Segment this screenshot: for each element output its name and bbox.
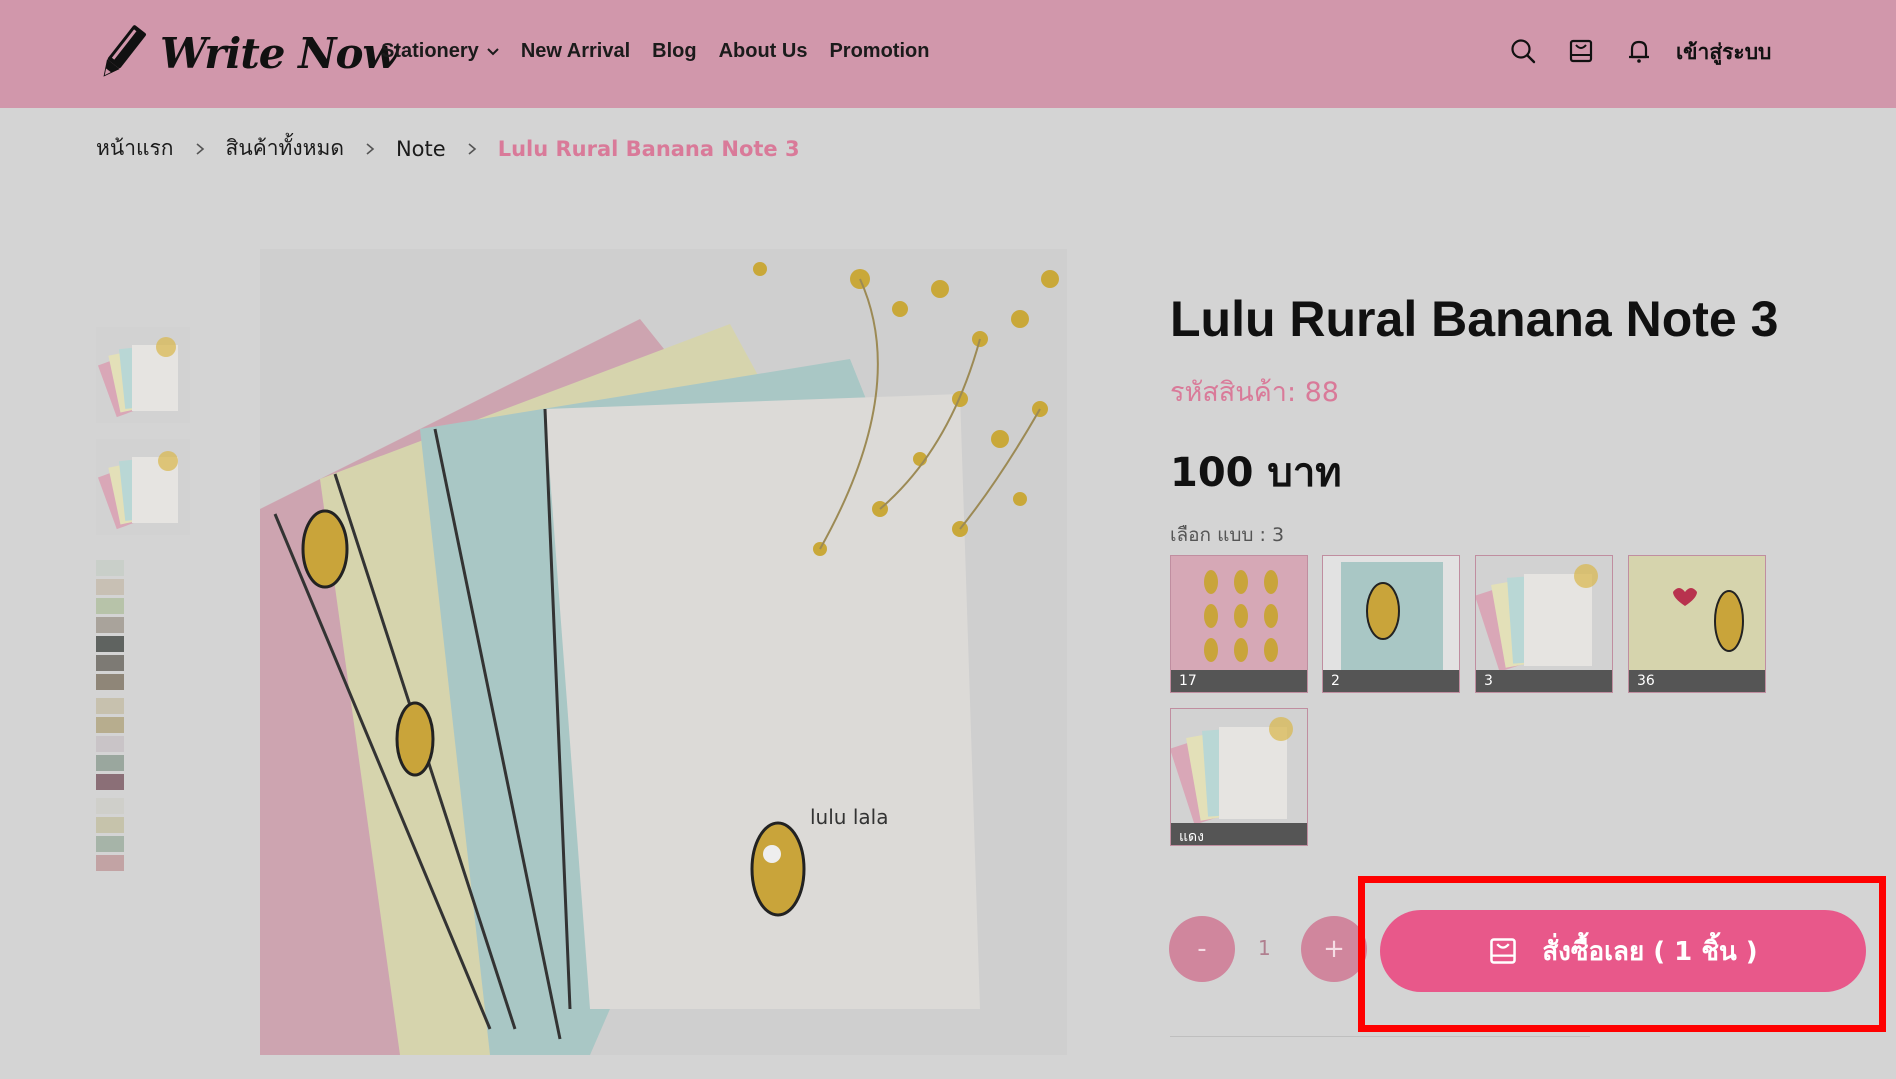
notebook-thumbnail-image [96, 439, 190, 535]
mini-thumbnail[interactable] [96, 798, 124, 814]
nav-promotion-label: Promotion [829, 40, 930, 62]
product-thumbnail[interactable] [96, 439, 190, 535]
product-price: 100 บาท [1170, 450, 1342, 496]
breadcrumb: หน้าแรก สินค้าทั้งหมด Note Lulu Rural Ba… [96, 132, 800, 165]
mini-thumbnail[interactable] [96, 579, 124, 595]
variant-caption: 36 [1629, 670, 1765, 692]
product-code: รหัสสินค้า: 88 [1170, 377, 1339, 408]
variant-pink-image [1189, 562, 1291, 672]
mini-thumbnail[interactable] [96, 717, 124, 733]
breadcrumb-current: Lulu Rural Banana Note 3 [497, 136, 800, 161]
main-nav: Stationery New Arrival Blog About Us Pro… [381, 40, 929, 63]
breadcrumb-note[interactable]: Note [396, 137, 446, 161]
cart-icon [1490, 938, 1517, 964]
bell-icon[interactable] [1626, 38, 1652, 64]
main-product-image[interactable]: lulu lala [260, 249, 1067, 1055]
search-icon[interactable] [1510, 38, 1536, 64]
nav-promotion[interactable]: Promotion [829, 40, 929, 63]
mini-thumbnail[interactable] [96, 617, 124, 633]
mini-thumbnail[interactable] [96, 598, 124, 614]
quantity-decrease-button[interactable]: - [1169, 916, 1235, 982]
breadcrumb-all-products[interactable]: สินค้าทั้งหมด [226, 132, 344, 165]
quantity-value[interactable]: 1 [1258, 936, 1271, 960]
cart-icon[interactable] [1568, 38, 1594, 64]
variant-option-3[interactable]: 3 [1475, 555, 1613, 693]
mini-thumbnail[interactable] [96, 755, 124, 771]
site-header: Write Now Stationery New Arrival Blog Ab… [0, 0, 1896, 108]
buy-now-label: สั่งซื้อเลย ( 1 ชิ้น ) [1542, 936, 1758, 967]
mini-thumbnail[interactable] [96, 774, 124, 790]
mini-thumbnail[interactable] [96, 655, 124, 671]
variant-yellow-image [1647, 562, 1749, 672]
nav-blog-label: Blog [652, 40, 697, 62]
mini-thumbnail[interactable] [96, 560, 124, 576]
product-title: Lulu Rural Banana Note 3 [1170, 291, 1779, 347]
variant-caption: 2 [1323, 670, 1459, 692]
nav-about-us-label: About Us [718, 40, 808, 62]
mini-thumbnail[interactable] [96, 817, 124, 833]
notebook-photo: lulu lala [260, 249, 1067, 1055]
pencil-logo-icon [103, 25, 146, 77]
nav-new-arrival-label: New Arrival [520, 40, 631, 62]
chevron-down-icon [487, 47, 499, 55]
variant-option-17[interactable]: 17 [1170, 555, 1308, 693]
variant-option-36[interactable]: 36 [1628, 555, 1766, 693]
mini-thumbnail[interactable] [96, 836, 124, 852]
variant-caption: แดง [1171, 823, 1307, 845]
variant-option-red[interactable]: แดง [1170, 708, 1308, 846]
nav-about-us[interactable]: About Us [719, 40, 808, 63]
variant-blue-image [1341, 562, 1443, 672]
product-thumbnail[interactable] [96, 327, 190, 423]
variant-option-2[interactable]: 2 [1322, 555, 1460, 693]
chevron-right-icon [468, 142, 476, 155]
variant-set-image [1476, 564, 1598, 672]
thumbnail-strip [96, 560, 124, 874]
mini-thumbnail[interactable] [96, 855, 124, 871]
nav-stationery[interactable]: Stationery [381, 40, 499, 63]
variant-caption: 3 [1476, 670, 1612, 692]
mini-thumbnail[interactable] [96, 698, 124, 714]
header-icons [1510, 38, 1652, 64]
logo[interactable]: Write Now [92, 20, 399, 86]
nav-new-arrival[interactable]: New Arrival [521, 40, 630, 63]
divider [1170, 1036, 1590, 1037]
mini-thumbnail[interactable] [96, 636, 124, 652]
variant-caption: 17 [1171, 670, 1307, 692]
mini-thumbnail[interactable] [96, 736, 124, 752]
variant-set-image [1171, 717, 1293, 825]
login-link[interactable]: เข้าสู่ระบบ [1676, 36, 1771, 69]
chevron-right-icon [196, 142, 204, 155]
logo-text: Write Now [160, 28, 399, 78]
variant-label: เลือก แบบ : 3 [1170, 524, 1285, 546]
nav-blog[interactable]: Blog [652, 40, 696, 63]
breadcrumb-home[interactable]: หน้าแรก [96, 132, 174, 165]
buy-now-button[interactable]: สั่งซื้อเลย ( 1 ชิ้น ) [1380, 910, 1866, 992]
notebook-print-text: lulu lala [810, 805, 888, 829]
mini-thumbnail[interactable] [96, 674, 124, 690]
notebook-thumbnail-image [96, 327, 190, 423]
nav-stationery-label: Stationery [381, 40, 479, 62]
chevron-right-icon [366, 142, 375, 155]
